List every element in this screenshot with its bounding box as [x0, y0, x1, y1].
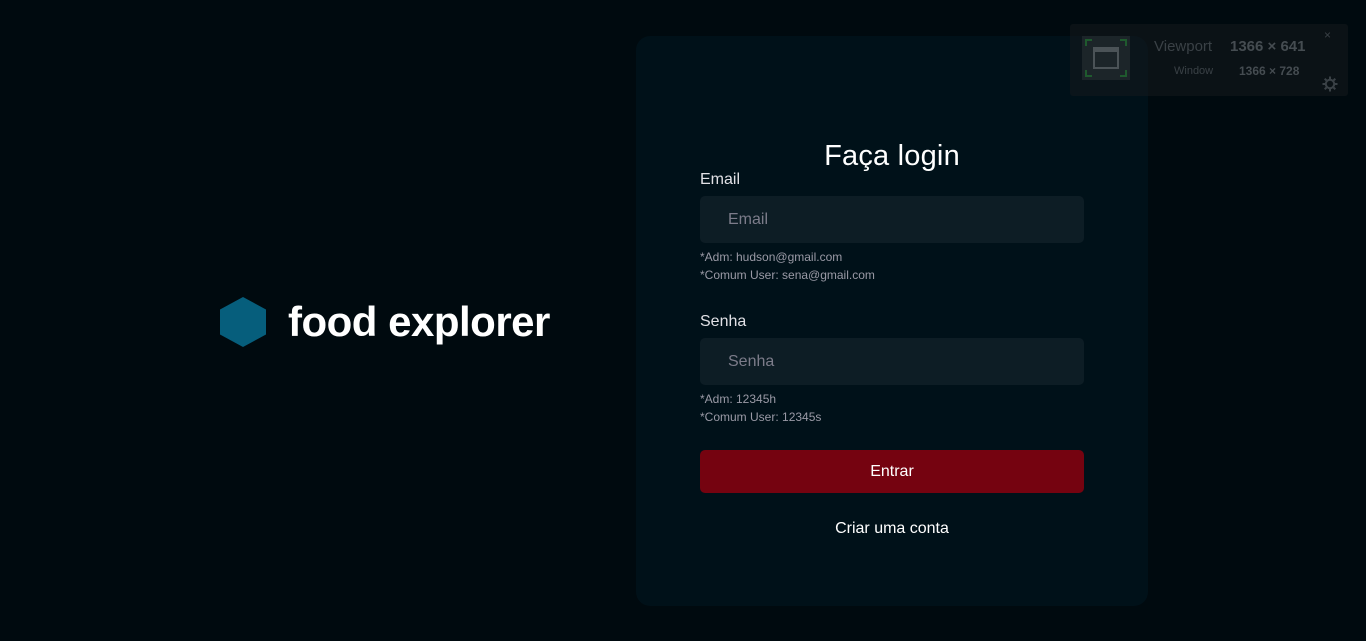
- password-hint-user: *Comum User: 12345s: [700, 410, 822, 424]
- window-label: Window: [1174, 65, 1214, 77]
- email-field[interactable]: [700, 196, 1084, 243]
- viewport-icon: [1082, 36, 1130, 80]
- login-form: Faça login Email *Adm: hudson@gmail.com …: [636, 36, 1148, 606]
- viewport-overlay: Viewport 1366 × 641 Window 1366 × 728: [1070, 24, 1348, 96]
- password-hint: *Adm: 12345h *Comum User: 12345s: [700, 390, 821, 426]
- email-hint-user: *Comum User: sena@gmail.com: [700, 268, 875, 282]
- password-field[interactable]: [700, 338, 1084, 385]
- brand-name: food explorer: [288, 298, 550, 345]
- close-icon[interactable]: ×: [1324, 28, 1331, 42]
- brand: food explorer: [220, 296, 550, 348]
- viewport-value: 1366 × 641: [1230, 38, 1306, 55]
- viewport-label: Viewport: [1154, 38, 1213, 55]
- gear-icon[interactable]: [1322, 76, 1338, 92]
- login-button[interactable]: Entrar: [700, 450, 1084, 493]
- email-hint: *Adm: hudson@gmail.com *Comum User: sena…: [700, 248, 875, 284]
- email-hint-admin: *Adm: hudson@gmail.com: [700, 250, 843, 264]
- window-value: 1366 × 728: [1239, 64, 1300, 78]
- password-hint-admin: *Adm: 12345h: [700, 392, 777, 406]
- hexagon-icon: [220, 297, 266, 347]
- signup-link[interactable]: Criar uma conta: [636, 519, 1148, 539]
- password-label: Senha: [700, 313, 747, 330]
- email-label: Email: [700, 171, 741, 188]
